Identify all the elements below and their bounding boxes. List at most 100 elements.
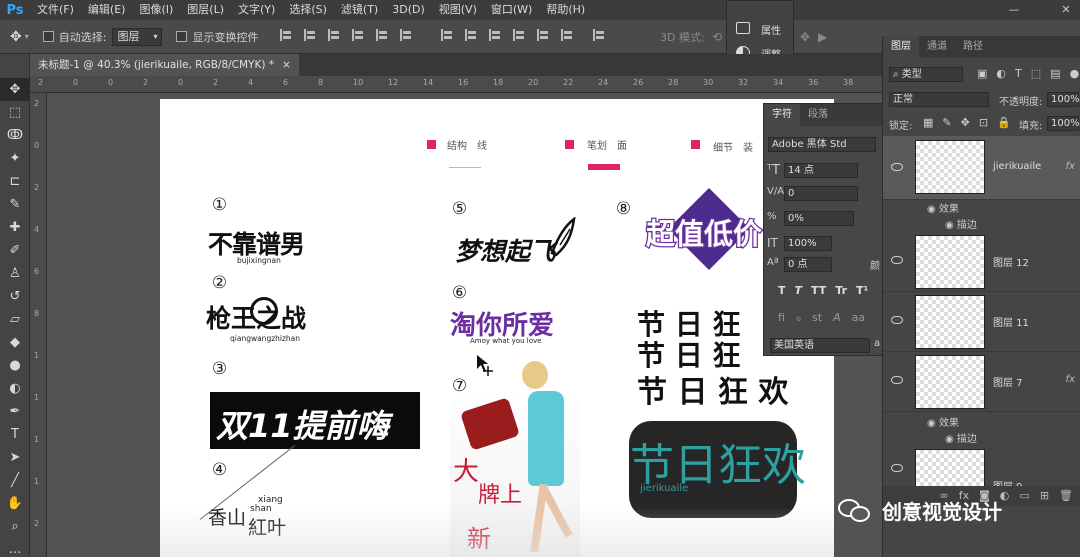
zoom-tool-icon[interactable]: ⌕ (0, 515, 30, 538)
align-vcenter-icon[interactable] (304, 29, 316, 41)
type-tool-icon[interactable]: T (0, 423, 30, 446)
menu-filter[interactable]: 滤镜(T) (334, 0, 385, 20)
delete-layer-icon[interactable]: 🗑 (1059, 486, 1073, 506)
layer-filter-select[interactable]: ⌕ 类型 (889, 67, 963, 82)
layer-row[interactable]: jierikuaile fx (883, 136, 1080, 200)
ruler-left[interactable]: 2 0 2 4 6 8 1 1 1 1 2 (30, 93, 47, 557)
kerning-field[interactable]: 0 (784, 186, 858, 201)
ruler-top[interactable]: 2 0 0 2 0 2 4 6 8 10 12 14 16 18 20 22 24 26 28 30 32 34 36 38 (30, 76, 882, 93)
menu-type[interactable]: 文字(Y) (231, 0, 282, 20)
vertical-scale-field[interactable]: 100% (784, 236, 832, 251)
menu-3d[interactable]: 3D(D) (385, 0, 432, 20)
distribute-left-icon[interactable] (513, 29, 525, 41)
visibility-eye-icon[interactable] (891, 163, 903, 171)
layer-row[interactable]: 图层 12 (883, 232, 1080, 292)
move-tool-icon[interactable]: ✥ (10, 29, 22, 45)
distribute-vcenter-icon[interactable] (465, 29, 477, 41)
crop-tool-icon[interactable]: ⊏ (0, 170, 30, 193)
tab-layers[interactable]: 图层 (883, 36, 919, 58)
distribute-bottom-icon[interactable] (489, 29, 501, 41)
baseline-field[interactable]: 0 点 (784, 257, 832, 272)
menu-edit[interactable]: 编辑(E) (81, 0, 133, 20)
effects-row[interactable]: ◉ 效果 (927, 414, 959, 429)
opacity-field[interactable]: 100% (1047, 92, 1080, 107)
visibility-eye-icon[interactable]: ◉ (945, 220, 957, 231)
filter-type-icon[interactable]: T (1015, 67, 1022, 80)
font-size-field[interactable]: 14 点 (784, 163, 858, 178)
visibility-eye-icon[interactable] (891, 376, 903, 384)
lock-image-icon[interactable]: ✎ (942, 116, 951, 129)
color-label[interactable]: 颜 (870, 257, 880, 272)
faux-bold-button[interactable]: T (778, 284, 786, 297)
eraser-tool-icon[interactable]: ▱ (0, 308, 30, 331)
fill-field[interactable]: 100% (1047, 116, 1080, 131)
marquee-tool-icon[interactable]: ⬚ (0, 101, 30, 124)
history-brush-icon[interactable]: ↺ (0, 285, 30, 308)
align-hcenter-icon[interactable] (376, 29, 388, 41)
filter-pixel-icon[interactable]: ▣ (977, 67, 987, 80)
old-style-button[interactable]: ℴ (796, 311, 801, 324)
brush-tool-icon[interactable]: ✐ (0, 239, 30, 262)
distribute-right-icon[interactable] (561, 29, 573, 41)
stroke-effect-row[interactable]: ◉ 描边 (945, 430, 977, 445)
blend-mode-select[interactable]: 正常 (889, 92, 989, 107)
align-top-icon[interactable] (280, 29, 292, 41)
eyedropper-icon[interactable]: ✎ (0, 193, 30, 216)
filter-adjustment-icon[interactable]: ◐ (996, 67, 1006, 80)
small-caps-button[interactable]: Tr (835, 284, 847, 297)
faux-italic-button[interactable]: T (795, 284, 803, 297)
pen-tool-icon[interactable]: ✒ (0, 400, 30, 423)
menu-layer[interactable]: 图层(L) (180, 0, 231, 20)
layer-name[interactable]: jierikuaile (993, 161, 1041, 172)
layer-row[interactable]: 图层 11 (883, 292, 1080, 352)
paint-bucket-icon[interactable]: ◆ (0, 331, 30, 354)
layer-name[interactable]: 图层 7 (993, 374, 1023, 389)
properties-label[interactable]: 属性 (761, 22, 781, 37)
layer-row[interactable]: 图层 7 fx (883, 352, 1080, 412)
line-tool-icon[interactable]: ╱ (0, 469, 30, 492)
lasso-tool-icon[interactable]: ↂ (0, 124, 30, 147)
menu-image[interactable]: 图像(I) (132, 0, 180, 20)
font-family-select[interactable]: Adobe 黑体 Std (768, 137, 876, 152)
auto-select-checkbox[interactable] (42, 31, 54, 42)
superscript-button[interactable]: T¹ (856, 284, 868, 297)
magic-wand-icon[interactable]: ✦ (0, 147, 30, 170)
menu-help[interactable]: 帮助(H) (539, 0, 592, 20)
3d-orbit-icon[interactable]: ⟲ (712, 30, 722, 44)
effects-row[interactable]: ◉ 效果 (927, 200, 959, 215)
visibility-eye-icon[interactable] (891, 256, 903, 264)
distribute-hcenter-icon[interactable] (537, 29, 549, 41)
filter-smart-object-icon[interactable]: ▤ (1050, 67, 1060, 80)
distribute-top-icon[interactable] (441, 29, 453, 41)
layer-row[interactable]: 图层 9 (883, 446, 1080, 493)
ligature-button[interactable]: fi (778, 311, 785, 324)
visibility-eye-icon[interactable]: ◉ (927, 418, 939, 429)
visibility-eye-icon[interactable] (891, 464, 903, 472)
show-transform-checkbox[interactable] (176, 31, 188, 42)
layer-name[interactable]: 图层 11 (993, 314, 1029, 329)
menu-file[interactable]: 文件(F) (30, 0, 81, 20)
layer-fx-icon[interactable]: fx (1066, 161, 1075, 172)
layer-fx-icon[interactable]: fx (1066, 374, 1075, 385)
visibility-eye-icon[interactable]: ◉ (927, 204, 939, 215)
minimize-icon[interactable]: — (1000, 0, 1028, 20)
auto-select-dropdown[interactable]: 图层 ▾ (112, 27, 163, 46)
document-tab[interactable]: 未标题-1 @ 40.3% (jierikuaile, RGB/8/CMYK) … (30, 54, 299, 76)
lock-transparent-icon[interactable]: ▦ (923, 116, 933, 129)
visibility-eye-icon[interactable] (891, 316, 903, 324)
discretionary-button[interactable]: st (812, 311, 822, 324)
menu-select[interactable]: 选择(S) (282, 0, 334, 20)
lock-position-icon[interactable]: ✥ (961, 116, 970, 129)
healing-brush-icon[interactable]: ✚ (0, 216, 30, 239)
tracking-field[interactable]: 0% (784, 211, 854, 226)
filter-shape-icon[interactable]: ⬚ (1031, 67, 1041, 80)
align-bottom-icon[interactable] (328, 29, 340, 41)
more-tools-icon[interactable]: … (0, 538, 30, 557)
tab-channels[interactable]: 通道 (919, 36, 955, 58)
auto-align-icon[interactable] (592, 29, 605, 41)
filter-toggle-icon[interactable]: ● (1070, 67, 1080, 80)
visibility-eye-icon[interactable]: ◉ (945, 434, 957, 445)
menu-window[interactable]: 窗口(W) (484, 0, 539, 20)
3d-pan-icon[interactable]: ✥ (800, 30, 810, 44)
clone-stamp-icon[interactable]: ♙ (0, 262, 30, 285)
